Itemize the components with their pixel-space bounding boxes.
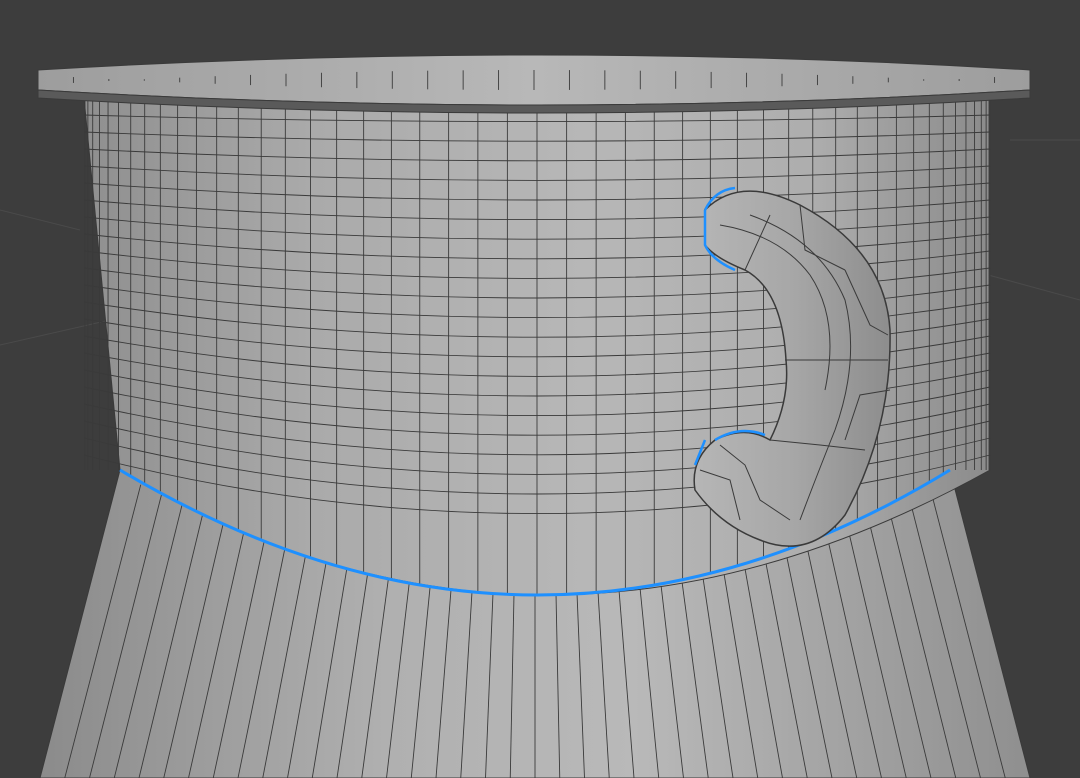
3d-viewport[interactable]: [0, 0, 1080, 778]
mesh-view[interactable]: [0, 0, 1080, 778]
